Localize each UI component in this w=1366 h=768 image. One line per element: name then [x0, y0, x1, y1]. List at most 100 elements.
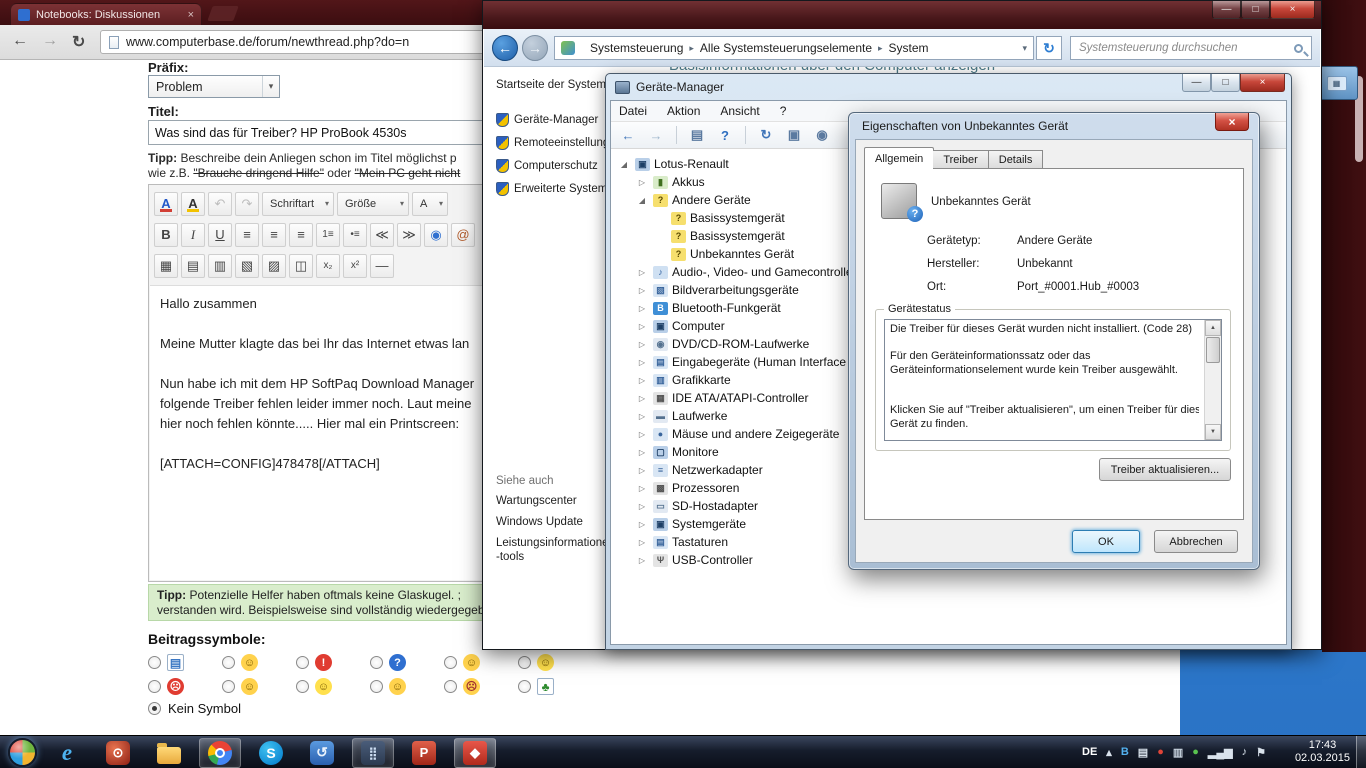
- editor-toolbar-button[interactable]: I: [181, 222, 205, 247]
- tray-icon[interactable]: ▴: [1106, 746, 1112, 759]
- tray-icon[interactable]: ●: [1157, 746, 1164, 758]
- breadcrumb-dropdown-icon[interactable]: ▾: [1022, 43, 1027, 54]
- tray-icon[interactable]: ●: [1192, 746, 1199, 758]
- toolbar-button[interactable]: ◉: [811, 124, 833, 146]
- editor-toolbar-button[interactable]: —: [370, 253, 394, 278]
- taskbar-app[interactable]: [148, 738, 190, 768]
- post-icon-option[interactable]: ☺: [296, 678, 332, 695]
- radio-button[interactable]: [222, 680, 235, 693]
- editor-toolbar-button[interactable]: ≡: [235, 222, 259, 247]
- maximize-button[interactable]: □: [1241, 1, 1270, 19]
- editor-toolbar-button[interactable]: U: [208, 222, 232, 247]
- radio-button[interactable]: [444, 680, 457, 693]
- radio-button[interactable]: [296, 656, 309, 669]
- tree-expander-icon[interactable]: ▷: [635, 556, 649, 565]
- tray-icon[interactable]: ⚑: [1256, 746, 1266, 759]
- tree-expander-icon[interactable]: ▷: [635, 412, 649, 421]
- ok-button[interactable]: OK: [1072, 530, 1140, 553]
- breadcrumb[interactable]: Systemsteuerung ▸ Alle Systemsteuerungsele…: [554, 36, 1034, 60]
- editor-toolbar-button[interactable]: ↷: [235, 191, 259, 216]
- editor-toolbar-button[interactable]: 1≡: [316, 222, 340, 247]
- editor-toolbar-button[interactable]: ▦: [154, 253, 178, 278]
- menu-item[interactable]: Ansicht: [720, 104, 759, 118]
- editor-toolbar-button[interactable]: ≫: [397, 222, 421, 247]
- post-icon-option[interactable]: !: [296, 654, 332, 671]
- radio-button[interactable]: [518, 680, 531, 693]
- close-button[interactable]: ×: [1240, 74, 1285, 92]
- taskbar-app[interactable]: [199, 737, 241, 768]
- editor-toolbar-button[interactable]: ◉: [424, 222, 448, 247]
- post-icon-option[interactable]: ☺: [370, 678, 406, 695]
- tree-expander-icon[interactable]: ▷: [635, 448, 649, 457]
- toolbar-button[interactable]: [745, 126, 746, 144]
- tree-expander-icon[interactable]: ▷: [635, 538, 649, 547]
- radio-button[interactable]: [222, 656, 235, 669]
- refresh-icon[interactable]: ↻: [1036, 36, 1062, 60]
- radio-button[interactable]: [444, 656, 457, 669]
- editor-toolbar-button[interactable]: Größe: [337, 191, 409, 216]
- dialog-tab[interactable]: Treiber: [933, 150, 989, 169]
- tree-expander-icon[interactable]: ▷: [635, 286, 649, 295]
- tray-icon[interactable]: B: [1121, 746, 1129, 758]
- title-input[interactable]: [148, 120, 520, 145]
- search-box[interactable]: Systemsteuerung durchsuchen: [1070, 36, 1312, 60]
- editor-toolbar-button[interactable]: ↶: [208, 191, 232, 216]
- tray-icon[interactable]: ♪: [1242, 746, 1248, 758]
- tray-icon[interactable]: ▤: [1138, 746, 1148, 759]
- taskbar-app[interactable]: S: [250, 738, 292, 768]
- tree-expander-icon[interactable]: ▷: [635, 268, 649, 277]
- post-icon-option[interactable]: ☹: [148, 678, 184, 695]
- back-icon[interactable]: ←: [12, 32, 28, 50]
- toolbar-button[interactable]: [676, 126, 677, 144]
- tree-expander-icon[interactable]: ▷: [635, 484, 649, 493]
- radio-button[interactable]: [148, 680, 161, 693]
- tray-icon[interactable]: ▥: [1173, 746, 1183, 759]
- post-icon-option[interactable]: ☺: [518, 654, 554, 671]
- scrollbar[interactable]: ▲ ▼: [1204, 320, 1221, 440]
- taskbar-app[interactable]: ↺: [301, 738, 343, 768]
- editor-toolbar-button[interactable]: •≡: [343, 222, 367, 247]
- post-icon-option[interactable]: ☹: [444, 678, 480, 695]
- back-button[interactable]: ←: [492, 35, 518, 61]
- radio-button[interactable]: [148, 656, 161, 669]
- device-status-text[interactable]: Die Treiber für dieses Gerät wurden nich…: [884, 319, 1222, 441]
- tree-expander-icon[interactable]: ▷: [635, 520, 649, 529]
- scroll-up-icon[interactable]: ▲: [1205, 320, 1221, 336]
- radio-button[interactable]: [518, 656, 531, 669]
- tree-expander-icon[interactable]: ▷: [635, 178, 649, 187]
- breadcrumb-item[interactable]: System: [889, 41, 929, 55]
- editor-toolbar-button[interactable]: ◫: [289, 253, 313, 278]
- minimize-button[interactable]: —: [1182, 74, 1211, 92]
- tree-expander-icon[interactable]: ▷: [635, 466, 649, 475]
- update-driver-button[interactable]: Treiber aktualisieren...: [1099, 458, 1231, 481]
- post-icon-option[interactable]: ?: [370, 654, 406, 671]
- post-icon-option[interactable]: ☺: [222, 678, 258, 695]
- radio-button[interactable]: [370, 680, 383, 693]
- minimize-button[interactable]: —: [1212, 1, 1241, 19]
- menu-item[interactable]: Datei: [619, 104, 647, 118]
- tab-close-icon[interactable]: ×: [188, 9, 194, 21]
- chevron-down-icon[interactable]: ▾: [262, 76, 279, 97]
- menu-item[interactable]: Aktion: [667, 104, 700, 118]
- tree-expander-icon[interactable]: ▷: [635, 394, 649, 403]
- tray-icon[interactable]: ▂▄▆: [1208, 746, 1233, 759]
- close-button[interactable]: ×: [1270, 1, 1315, 19]
- maximize-button[interactable]: □: [1211, 74, 1240, 92]
- editor-toolbar-button[interactable]: x₂: [316, 253, 340, 278]
- tree-expander-icon[interactable]: ▷: [635, 430, 649, 439]
- tree-expander-icon[interactable]: ▷: [635, 304, 649, 313]
- editor-toolbar-button[interactable]: Schriftart: [262, 191, 334, 216]
- close-button[interactable]: ×: [1215, 113, 1249, 131]
- taskbar-app[interactable]: P: [403, 738, 445, 768]
- post-icon-option[interactable]: ▤: [148, 654, 184, 671]
- editor-toolbar-button[interactable]: ≡: [262, 222, 286, 247]
- post-icon-option[interactable]: ♣: [518, 678, 554, 695]
- editor-toolbar-button[interactable]: @: [451, 222, 475, 247]
- radio-button[interactable]: [370, 656, 383, 669]
- editor-toolbar-button[interactable]: ≡: [289, 222, 313, 247]
- taskbar-app[interactable]: ⣿: [352, 737, 394, 768]
- editor-toolbar-button[interactable]: B: [154, 222, 178, 247]
- show-desktop-button[interactable]: [1356, 736, 1366, 768]
- scroll-down-icon[interactable]: ▼: [1205, 424, 1221, 440]
- tree-expander-icon[interactable]: ▷: [635, 340, 649, 349]
